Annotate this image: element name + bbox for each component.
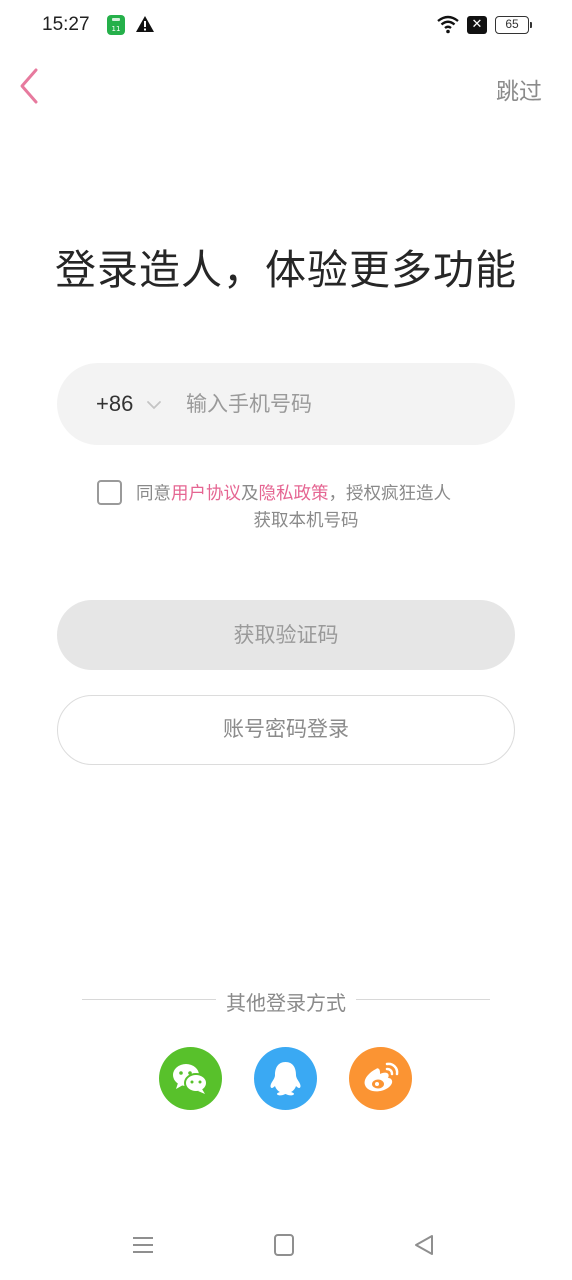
privacy-policy-link[interactable]: 隐私政策	[259, 484, 329, 504]
qq-login-button[interactable]	[254, 1047, 317, 1110]
divider-left	[82, 999, 216, 1000]
agreement-prefix: 同意	[136, 484, 171, 504]
weibo-login-button[interactable]	[349, 1047, 412, 1110]
divider-right	[356, 999, 490, 1000]
user-agreement-link[interactable]: 用户协议	[171, 484, 241, 504]
other-login-label: 其他登录方式	[226, 991, 346, 1015]
nav-home-icon[interactable]	[274, 1234, 294, 1256]
qq-penguin-icon	[270, 1062, 301, 1096]
no-sim-icon: ✕	[467, 16, 487, 34]
password-login-button[interactable]: 账号密码登录	[57, 695, 515, 765]
back-button[interactable]	[14, 66, 46, 106]
chevron-left-icon	[20, 68, 38, 104]
nav-back-icon[interactable]	[412, 1233, 436, 1257]
wechat-icon	[173, 1064, 208, 1094]
skip-button[interactable]: 跳过	[496, 72, 542, 106]
agreement-and: 及	[241, 484, 259, 504]
phone-number-input[interactable]	[186, 378, 486, 430]
agreement-checkbox[interactable]	[97, 480, 122, 505]
country-code-selector[interactable]: +86	[96, 391, 133, 417]
weibo-icon	[364, 1062, 399, 1092]
agreement-text-line2: 获取本机号码	[253, 511, 359, 531]
agreement-text: 同意用户协议及隐私政策，授权疯狂造人	[136, 480, 451, 505]
warning-icon	[135, 14, 155, 34]
wechat-login-button[interactable]	[159, 1047, 222, 1110]
agreement-suffix: ，授权疯狂造人	[328, 484, 452, 504]
battery-icon: 65	[495, 16, 532, 34]
chevron-down-icon[interactable]	[146, 396, 162, 410]
page-title: 登录造人，体验更多功能	[55, 246, 517, 294]
app-notification-icon: 11	[107, 15, 125, 35]
status-time: 15:27	[42, 14, 90, 35]
svg-text:11: 11	[112, 25, 121, 33]
wifi-icon	[436, 14, 460, 34]
get-verification-code-button[interactable]: 获取验证码	[57, 600, 515, 670]
nav-menu-icon[interactable]	[131, 1233, 155, 1257]
